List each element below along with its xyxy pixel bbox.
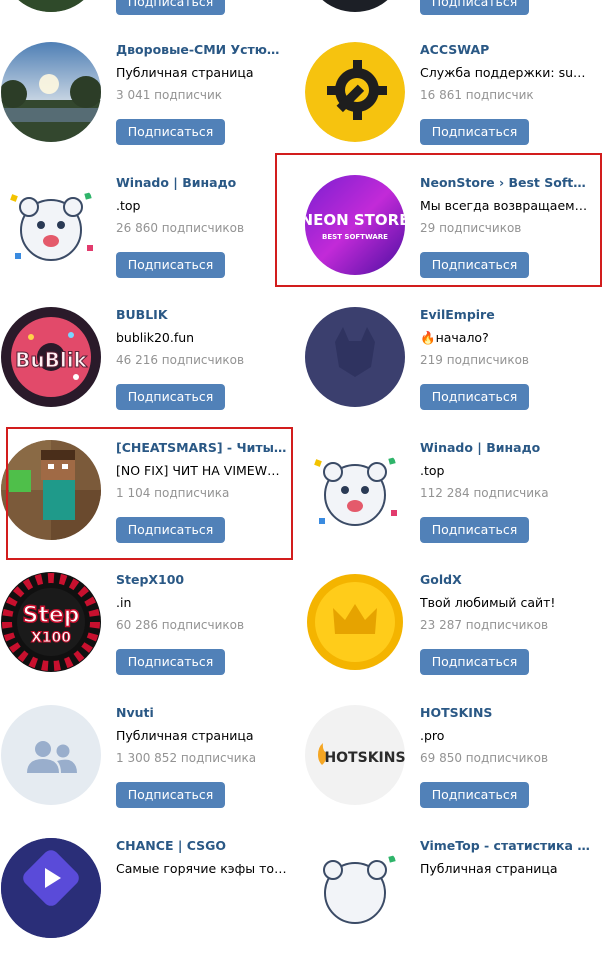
subscribe-button[interactable]: Подписаться — [116, 649, 225, 675]
community-card: GoldX Твой любимый сайт! 23 287 подписчи… — [305, 572, 605, 702]
community-name[interactable]: Nvuti — [116, 705, 288, 721]
subscriber-count: 26 860 подписчиков — [116, 221, 245, 235]
community-status: Самые горячие кэфы толь... — [116, 861, 288, 876]
communities-grid: Подписаться Подписаться Дворовые-СМИ Уст… — [0, 0, 605, 938]
community-status: Публичная страница — [116, 728, 254, 743]
community-card: Подписаться — [305, 0, 605, 42]
subscribe-button[interactable]: Подписаться — [420, 384, 529, 410]
community-avatar[interactable] — [1, 42, 101, 142]
community-card: EvilEmpire 🔥начало? 219 подписчиков Подп… — [305, 307, 605, 437]
community-name[interactable]: Дворовые-СМИ Устюжны — [116, 42, 288, 58]
community-name[interactable]: Winado | Винадо — [116, 175, 288, 191]
subscribe-button[interactable]: Подписаться — [116, 119, 225, 145]
hotskins-logo-title: HOTSKINS — [324, 750, 405, 766]
community-avatar[interactable] — [1, 175, 101, 275]
subscribe-button[interactable]: Подписаться — [116, 384, 225, 410]
community-avatar[interactable] — [305, 307, 405, 407]
subscribe-button[interactable]: Подписаться — [420, 517, 529, 543]
subscriber-count: 69 850 подписчиков — [420, 751, 549, 765]
community-card: BuBlik BUBLIK bublik20.fun 46 216 подпис… — [1, 307, 301, 437]
subscriber-count: 112 284 подписчика — [420, 486, 549, 500]
community-avatar[interactable] — [1, 0, 101, 12]
community-avatar[interactable] — [305, 42, 405, 142]
community-name[interactable]: ACCSWAP — [420, 42, 592, 58]
community-name[interactable]: VimeTop - статистика игро... — [420, 838, 592, 854]
community-card: VimeTop - статистика игро... Публичная с… — [305, 838, 605, 968]
community-card: Подписаться — [1, 0, 301, 42]
subscribe-button[interactable]: Подписаться — [116, 0, 225, 15]
bublik-logo-title: BuBlik — [15, 348, 87, 372]
community-avatar[interactable] — [305, 838, 405, 938]
subscriber-count: 23 287 подписчиков — [420, 618, 549, 632]
community-status: .top — [420, 463, 445, 478]
community-status: Служба поддержки: suppor... — [420, 65, 592, 80]
community-status: Публичная страница — [420, 861, 558, 876]
subscribe-button[interactable]: Подписаться — [420, 649, 529, 675]
community-status: Твой любимый сайт! — [420, 595, 556, 610]
subscribe-button[interactable]: Подписаться — [420, 782, 529, 808]
community-name[interactable]: EvilEmpire — [420, 307, 592, 323]
subscriber-count: 1 300 852 подписчика — [116, 751, 257, 765]
community-status: .in — [116, 595, 132, 610]
community-avatar[interactable] — [305, 0, 405, 12]
community-name[interactable]: HOTSKINS — [420, 705, 592, 721]
community-status: bublik20.fun — [116, 330, 195, 345]
community-card: Winado | Винадо .top 26 860 подписчиков … — [1, 175, 301, 305]
subscriber-count: 3 041 подписчик — [116, 88, 223, 102]
community-avatar[interactable]: HOTSKINS — [305, 705, 405, 805]
subscribe-button[interactable]: Подписаться — [420, 119, 529, 145]
community-status: .top — [116, 198, 141, 213]
subscribe-button[interactable]: Подписаться — [116, 782, 225, 808]
stepx100-logo-subtitle: X100 — [31, 630, 71, 646]
community-card: CHANCE | CSGO Самые горячие кэфы толь... — [1, 838, 301, 968]
community-name[interactable]: BUBLIK — [116, 307, 288, 323]
community-status: .pro — [420, 728, 445, 743]
community-status: 🔥начало? — [420, 330, 489, 345]
highlight-box-neonstore — [275, 153, 602, 287]
subscribe-button[interactable]: Подписаться — [420, 0, 529, 15]
community-avatar[interactable] — [1, 838, 101, 938]
community-card: Nvuti Публичная страница 1 300 852 подпи… — [1, 705, 301, 835]
community-avatar[interactable] — [305, 440, 405, 540]
stepx100-logo-title: Step — [22, 603, 79, 628]
community-avatar[interactable]: Step X100 — [1, 572, 101, 672]
subscriber-count: 16 861 подписчик — [420, 88, 534, 102]
community-avatar[interactable]: BuBlik — [1, 307, 101, 407]
community-card: Step X100 StepX100 .in 60 286 подписчико… — [1, 572, 301, 702]
community-avatar[interactable] — [305, 572, 405, 672]
community-name[interactable]: GoldX — [420, 572, 592, 588]
community-card: Winado | Винадо .top 112 284 подписчика … — [305, 440, 605, 570]
subscriber-count: 219 подписчиков — [420, 353, 529, 367]
subscriber-count: 46 216 подписчиков — [116, 353, 245, 367]
community-name[interactable]: CHANCE | CSGO — [116, 838, 288, 854]
community-name[interactable]: StepX100 — [116, 572, 288, 588]
community-card: HOTSKINS HOTSKINS .pro 69 850 подписчико… — [305, 705, 605, 835]
subscriber-count: 60 286 подписчиков — [116, 618, 245, 632]
community-status: Публичная страница — [116, 65, 254, 80]
community-card: Дворовые-СМИ Устюжны Публичная страница … — [1, 42, 301, 172]
community-avatar[interactable] — [1, 705, 101, 805]
highlight-box-cheatsmars — [6, 427, 293, 560]
subscribe-button[interactable]: Подписаться — [116, 252, 225, 278]
community-name[interactable]: Winado | Винадо — [420, 440, 592, 456]
